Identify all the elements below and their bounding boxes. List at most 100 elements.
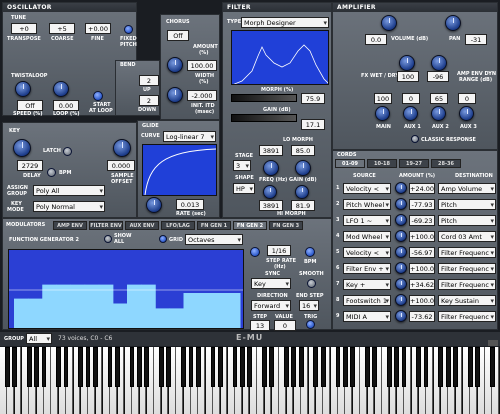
mod-tab[interactable]: FILTER ENV xyxy=(89,221,123,230)
smooth-button[interactable] xyxy=(307,279,316,288)
black-key[interactable] xyxy=(335,347,341,387)
cord-amount-field[interactable]: -73.62 xyxy=(409,311,435,322)
stage-select[interactable]: 3 xyxy=(233,160,251,171)
bpm-button[interactable] xyxy=(305,247,315,257)
fx-wet-field[interactable]: 100 xyxy=(397,71,419,82)
cord-amount-knob[interactable] xyxy=(395,310,407,322)
fx-wet-knob[interactable] xyxy=(399,55,415,71)
morph-slider[interactable] xyxy=(231,94,297,102)
cord-amount-field[interactable]: +100.0 xyxy=(409,295,435,306)
black-key[interactable] xyxy=(232,347,238,387)
black-key[interactable] xyxy=(137,347,142,387)
cord-amount-knob[interactable] xyxy=(395,214,407,226)
black-key[interactable] xyxy=(350,347,355,387)
shape-select[interactable]: HP xyxy=(233,183,255,194)
value-field[interactable]: 0 xyxy=(274,320,296,331)
filter-gain-field[interactable]: 17.1 xyxy=(301,119,325,130)
black-key[interactable] xyxy=(269,347,275,387)
black-key[interactable] xyxy=(320,347,326,387)
black-key[interactable] xyxy=(115,347,120,387)
cords-tab-3[interactable]: 19-27 xyxy=(399,159,429,168)
mod-tab[interactable]: FN GEN 1 xyxy=(197,221,231,230)
cord-destination-select[interactable]: Filter Frequenc xyxy=(438,279,496,290)
black-key[interactable] xyxy=(291,347,297,387)
sample-offset-field[interactable]: 0.000 xyxy=(107,160,135,171)
black-key[interactable] xyxy=(438,347,444,387)
cord-source-select[interactable]: Mod Wheel xyxy=(343,231,391,242)
filter-gain-knob[interactable] xyxy=(295,160,311,176)
black-key[interactable] xyxy=(284,347,289,387)
chorus-width-field[interactable]: 100.00 xyxy=(187,60,217,71)
black-key[interactable] xyxy=(453,347,458,387)
black-key[interactable] xyxy=(364,347,370,387)
black-key[interactable] xyxy=(85,347,91,387)
lo-gain-field[interactable]: 85.0 xyxy=(291,145,315,156)
black-key[interactable] xyxy=(166,347,172,387)
cord-destination-select[interactable]: Pitch xyxy=(438,199,496,210)
filter-type-select[interactable]: Morph Designer xyxy=(241,17,329,28)
black-key[interactable] xyxy=(210,347,216,387)
cord-source-select[interactable]: MIDI A xyxy=(343,311,391,322)
end-step-select[interactable]: 16 xyxy=(299,300,319,311)
cord-source-select[interactable]: Velocity < xyxy=(343,183,391,194)
delay-knob[interactable] xyxy=(13,139,31,157)
cord-destination-select[interactable]: Key Sustain xyxy=(438,295,496,306)
black-key[interactable] xyxy=(144,347,150,387)
show-all-button[interactable] xyxy=(104,235,112,243)
cord-amount-field[interactable]: -77.93 xyxy=(409,199,435,210)
pan-field[interactable]: -31 xyxy=(465,34,487,45)
step-rate-field[interactable]: 1/16 xyxy=(267,245,291,256)
cord-amount-knob[interactable] xyxy=(395,246,407,258)
scrollbar[interactable] xyxy=(488,340,498,346)
cord-amount-knob[interactable] xyxy=(395,182,407,194)
glide-rate-knob[interactable] xyxy=(146,197,162,213)
cord-source-select[interactable]: LFO 1 ~ xyxy=(343,215,391,226)
black-key[interactable] xyxy=(401,347,407,387)
black-key[interactable] xyxy=(298,347,304,387)
latch-button[interactable] xyxy=(63,147,72,156)
coarse-field[interactable]: +5 xyxy=(49,23,75,34)
cord-destination-select[interactable]: Cord 03 Amt xyxy=(438,231,496,242)
black-key[interactable] xyxy=(262,347,267,387)
black-key[interactable] xyxy=(489,347,495,387)
sync-select[interactable]: Key xyxy=(251,278,291,289)
cord-destination-select[interactable]: Filter Frequenc xyxy=(438,263,496,274)
cord-destination-select[interactable]: Filter Frequenc xyxy=(438,311,496,322)
speed-knob[interactable] xyxy=(15,81,31,97)
black-key[interactable] xyxy=(12,347,17,387)
volume-knob[interactable] xyxy=(381,15,397,31)
glide-rate-field[interactable]: 0.013 xyxy=(176,199,204,210)
glide-curve-select[interactable]: Log-linear 7 xyxy=(163,131,216,142)
black-key[interactable] xyxy=(26,347,32,387)
init-itd-knob[interactable] xyxy=(167,87,183,103)
step-sequencer-display[interactable] xyxy=(8,249,244,329)
black-key[interactable] xyxy=(4,347,10,387)
init-itd-field[interactable]: -2.000 xyxy=(187,90,217,101)
cords-tab-1[interactable]: 01-09 xyxy=(335,159,365,168)
mod-tab[interactable]: FN GEN 3 xyxy=(269,221,303,230)
cords-tab-2[interactable]: 10-18 xyxy=(367,159,397,168)
gain-knob-2[interactable] xyxy=(295,185,309,199)
cord-source-select[interactable]: Key + xyxy=(343,279,391,290)
fixed-pitch-button[interactable] xyxy=(124,25,133,34)
cord-amount-field[interactable]: +34.62 xyxy=(409,279,435,290)
black-key[interactable] xyxy=(475,347,480,387)
black-key[interactable] xyxy=(41,347,47,387)
black-key[interactable] xyxy=(416,347,422,387)
black-key[interactable] xyxy=(247,347,253,387)
black-key[interactable] xyxy=(195,347,201,387)
cord-amount-field[interactable]: +100.0 xyxy=(409,231,435,242)
cord-destination-select[interactable]: Amp Volume xyxy=(438,183,496,194)
transpose-field[interactable]: +0 xyxy=(11,23,37,34)
freq-knob[interactable] xyxy=(263,160,279,176)
piano-keyboard[interactable] xyxy=(0,347,500,414)
bend-down-field[interactable]: 2 xyxy=(139,95,159,106)
black-key[interactable] xyxy=(386,347,392,387)
loop-field[interactable]: 0.00 xyxy=(53,100,79,111)
classic-response-button[interactable] xyxy=(411,135,419,143)
mod-tab[interactable]: FN GEN 2 xyxy=(233,221,267,230)
cord-amount-knob[interactable] xyxy=(395,294,407,306)
hi-freq-field[interactable]: 3891 xyxy=(259,200,283,211)
black-key[interactable] xyxy=(342,347,348,387)
cord-source-select[interactable]: Filter Env + xyxy=(343,263,391,274)
